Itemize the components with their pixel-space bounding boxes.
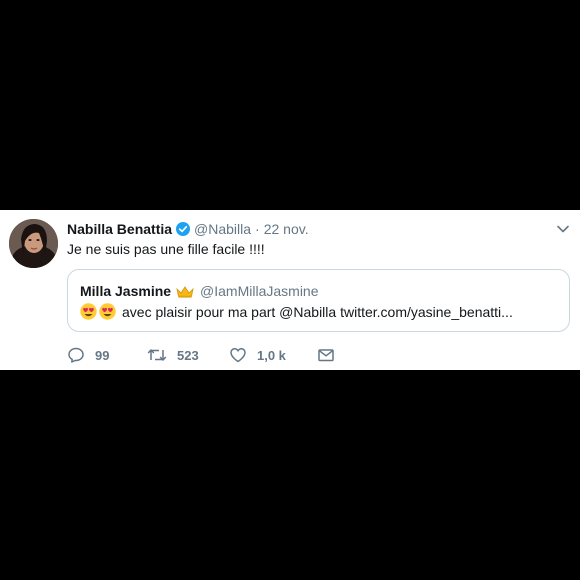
tweet-header: Nabilla Benattia @Nabilla · 22 nov. <box>67 219 309 239</box>
page: Nabilla Benattia @Nabilla · 22 nov. Je n… <box>0 0 580 580</box>
retweet-count: 523 <box>177 347 199 363</box>
separator-dot: · <box>255 221 260 237</box>
reply-icon <box>68 347 84 363</box>
quoted-author-name: Milla Jasmine <box>80 283 172 299</box>
author-name[interactable]: Nabilla Benattia <box>67 221 172 237</box>
quoted-tweet-text: avec plaisir pour ma part @Nabilla twitt… <box>122 303 513 320</box>
verified-badge-icon <box>176 222 191 236</box>
heart-eyes-emoji-icon <box>80 303 97 320</box>
envelope-icon <box>318 349 334 362</box>
tweet-actions: 99 523 1,0 k <box>67 345 335 365</box>
tweet-text: Je ne suis pas une fille facile !!!! <box>67 241 265 257</box>
quoted-tweet-body: avec plaisir pour ma part @Nabilla twitt… <box>80 303 513 320</box>
quoted-author-handle: @IamMillaJasmine <box>200 283 319 299</box>
direct-message-button[interactable] <box>317 346 335 364</box>
heart-icon <box>230 348 246 363</box>
heart-eyes-emoji-icon <box>99 303 116 320</box>
author-handle[interactable]: @Nabilla <box>194 221 251 237</box>
tweet-date[interactable]: 22 nov. <box>264 221 309 237</box>
avatar[interactable] <box>9 219 58 268</box>
crown-icon <box>176 285 194 298</box>
like-count: 1,0 k <box>257 347 286 363</box>
like-button[interactable]: 1,0 k <box>229 346 317 364</box>
quoted-tweet[interactable]: Milla Jasmine @IamMillaJasmine avec plai… <box>67 269 570 332</box>
chevron-down-icon[interactable] <box>556 222 570 236</box>
reply-button[interactable]: 99 <box>67 346 147 364</box>
reply-count: 99 <box>95 347 110 363</box>
quoted-tweet-header: Milla Jasmine @IamMillaJasmine <box>80 283 319 299</box>
retweet-button[interactable]: 523 <box>147 346 229 364</box>
retweet-icon <box>147 349 167 361</box>
tweet-card[interactable]: Nabilla Benattia @Nabilla · 22 nov. Je n… <box>0 210 580 370</box>
